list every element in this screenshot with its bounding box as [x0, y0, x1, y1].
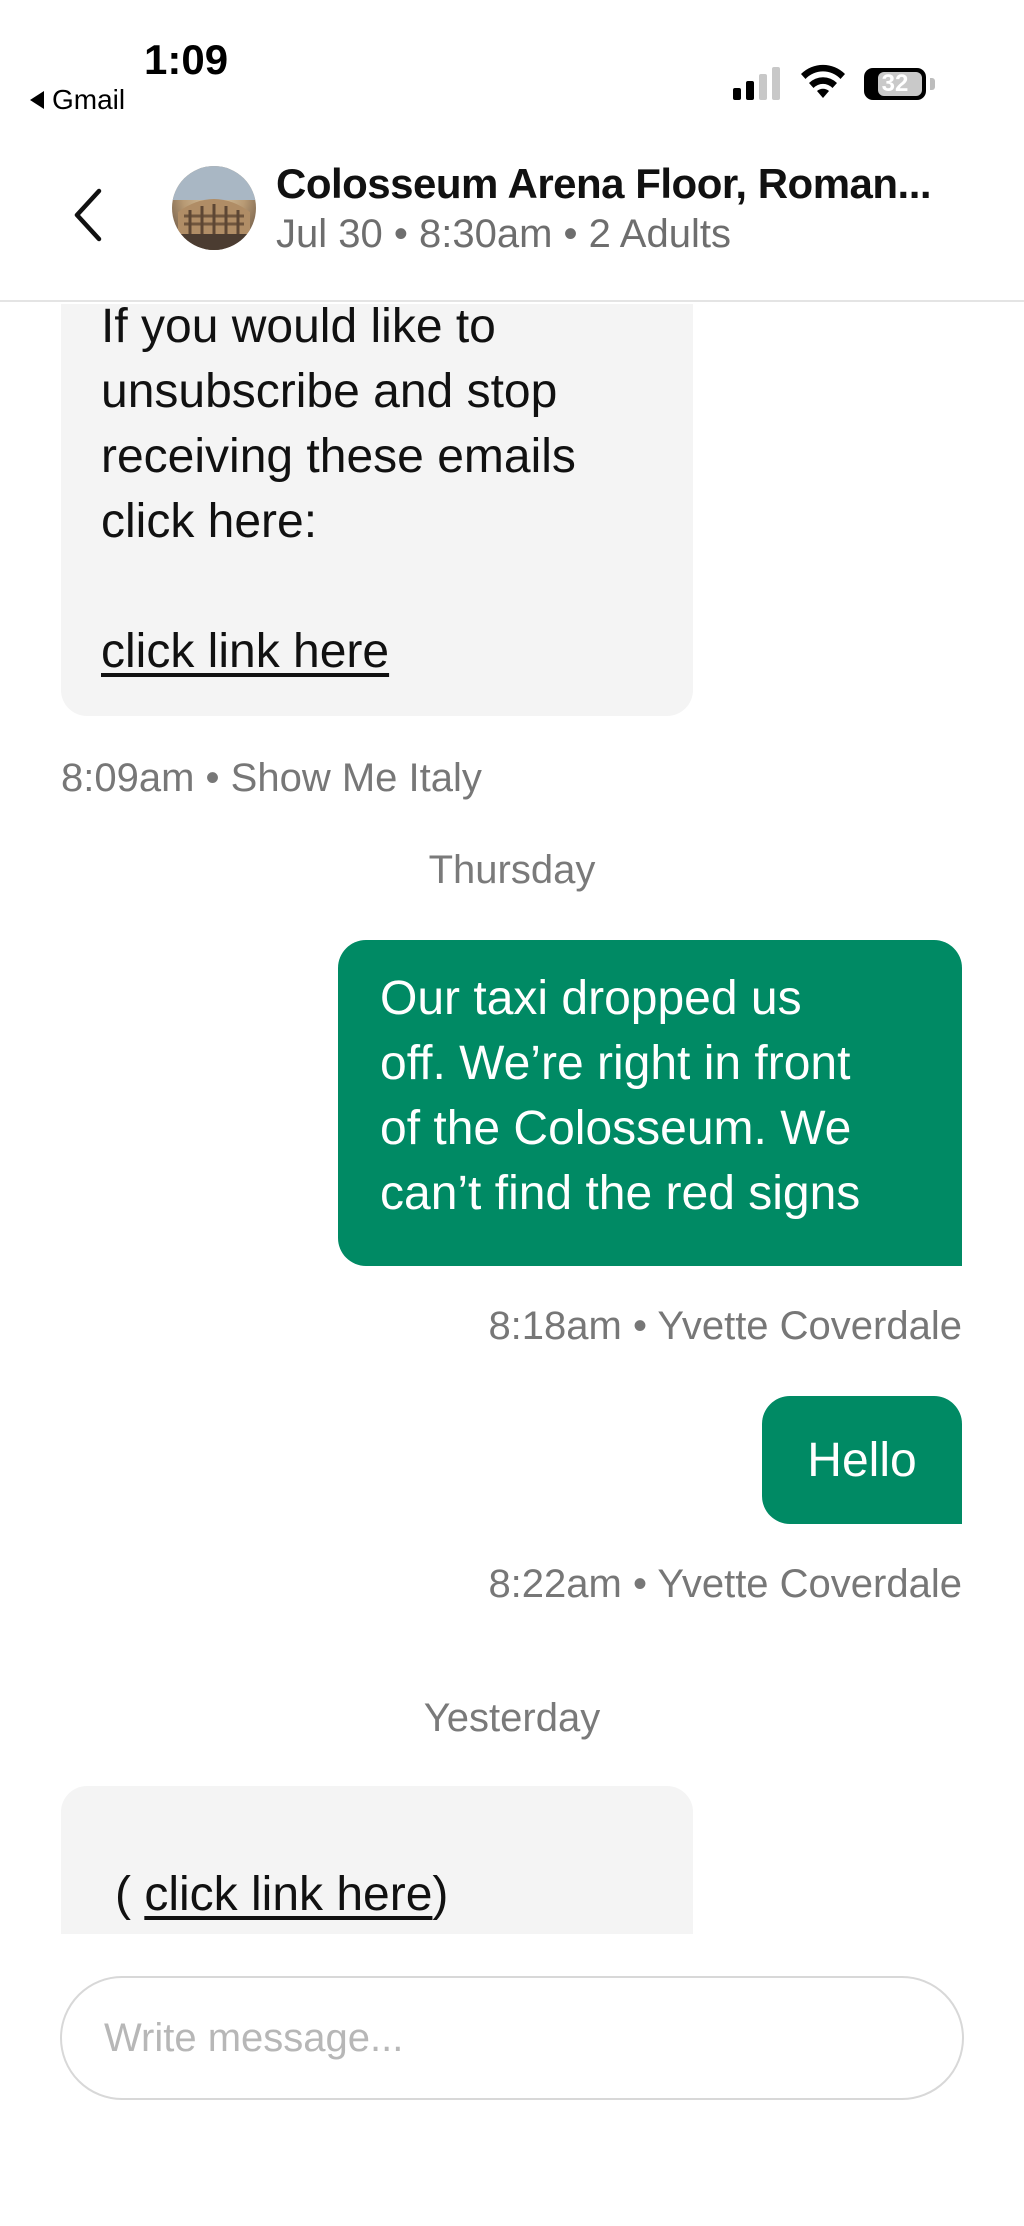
battery-icon: 32 — [864, 68, 926, 100]
colosseum-thumbnail-icon — [172, 166, 256, 250]
outgoing-message: Hello — [762, 1396, 962, 1524]
incoming-message: If you would like to unsubscribe and sto… — [61, 304, 693, 716]
wifi-icon — [801, 64, 845, 98]
tour-title: Colosseum Arena Floor, Roman... — [276, 160, 932, 207]
message-line: unsubscribe and stop — [101, 365, 558, 418]
message-meta: 8:09am • Show Me Italy — [61, 756, 482, 800]
message-line: Our taxi dropped us — [380, 972, 802, 1025]
message-line: If you would like to — [101, 304, 496, 353]
message-line: receiving these emails — [101, 430, 576, 483]
message-meta: 8:22am • Yvette Coverdale — [488, 1562, 962, 1606]
battery-level: 32 — [881, 70, 909, 97]
outgoing-message: Our taxi dropped us off. We’re right in … — [338, 940, 962, 1266]
back-triangle-icon — [30, 91, 44, 109]
back-app-label: Gmail — [52, 84, 126, 115]
message-line: click here: — [101, 495, 318, 548]
back-to-gmail-link[interactable]: Gmail — [30, 84, 125, 116]
back-button[interactable] — [58, 180, 118, 250]
status-time: 1:09 — [144, 36, 229, 83]
message-text: Hello — [807, 1433, 917, 1487]
message-suffix: ) — [432, 1868, 449, 1921]
message-thread[interactable]: If you would like to unsubscribe and sto… — [0, 304, 1024, 1934]
unsubscribe-link[interactable]: click link here — [101, 625, 389, 678]
day-divider: Yesterday — [423, 1696, 601, 1740]
avatar[interactable] — [172, 166, 256, 250]
incoming-message: ( click link here) — [61, 1786, 693, 1934]
message-composer[interactable] — [60, 1976, 964, 2100]
cellular-signal-icon — [733, 66, 780, 100]
chevron-left-icon — [74, 188, 102, 242]
tour-details: Jul 30 • 8:30am • 2 Adults — [276, 212, 731, 256]
conversation-header: Colosseum Arena Floor, Roman... Jul 30 •… — [0, 140, 1024, 302]
battery-nub — [930, 78, 935, 90]
message-link[interactable]: click link here — [144, 1868, 432, 1921]
message-meta: 8:18am • Yvette Coverdale — [488, 1304, 962, 1348]
day-divider: Thursday — [428, 848, 596, 892]
message-input[interactable] — [102, 2014, 922, 2062]
status-bar: 1:09 Gmail 32 — [0, 0, 1024, 130]
message-line: can’t find the red signs — [380, 1167, 861, 1220]
message-prefix: ( — [115, 1868, 145, 1921]
message-line: of the Colosseum. We — [380, 1102, 852, 1155]
message-line: off. We’re right in front — [380, 1037, 851, 1090]
